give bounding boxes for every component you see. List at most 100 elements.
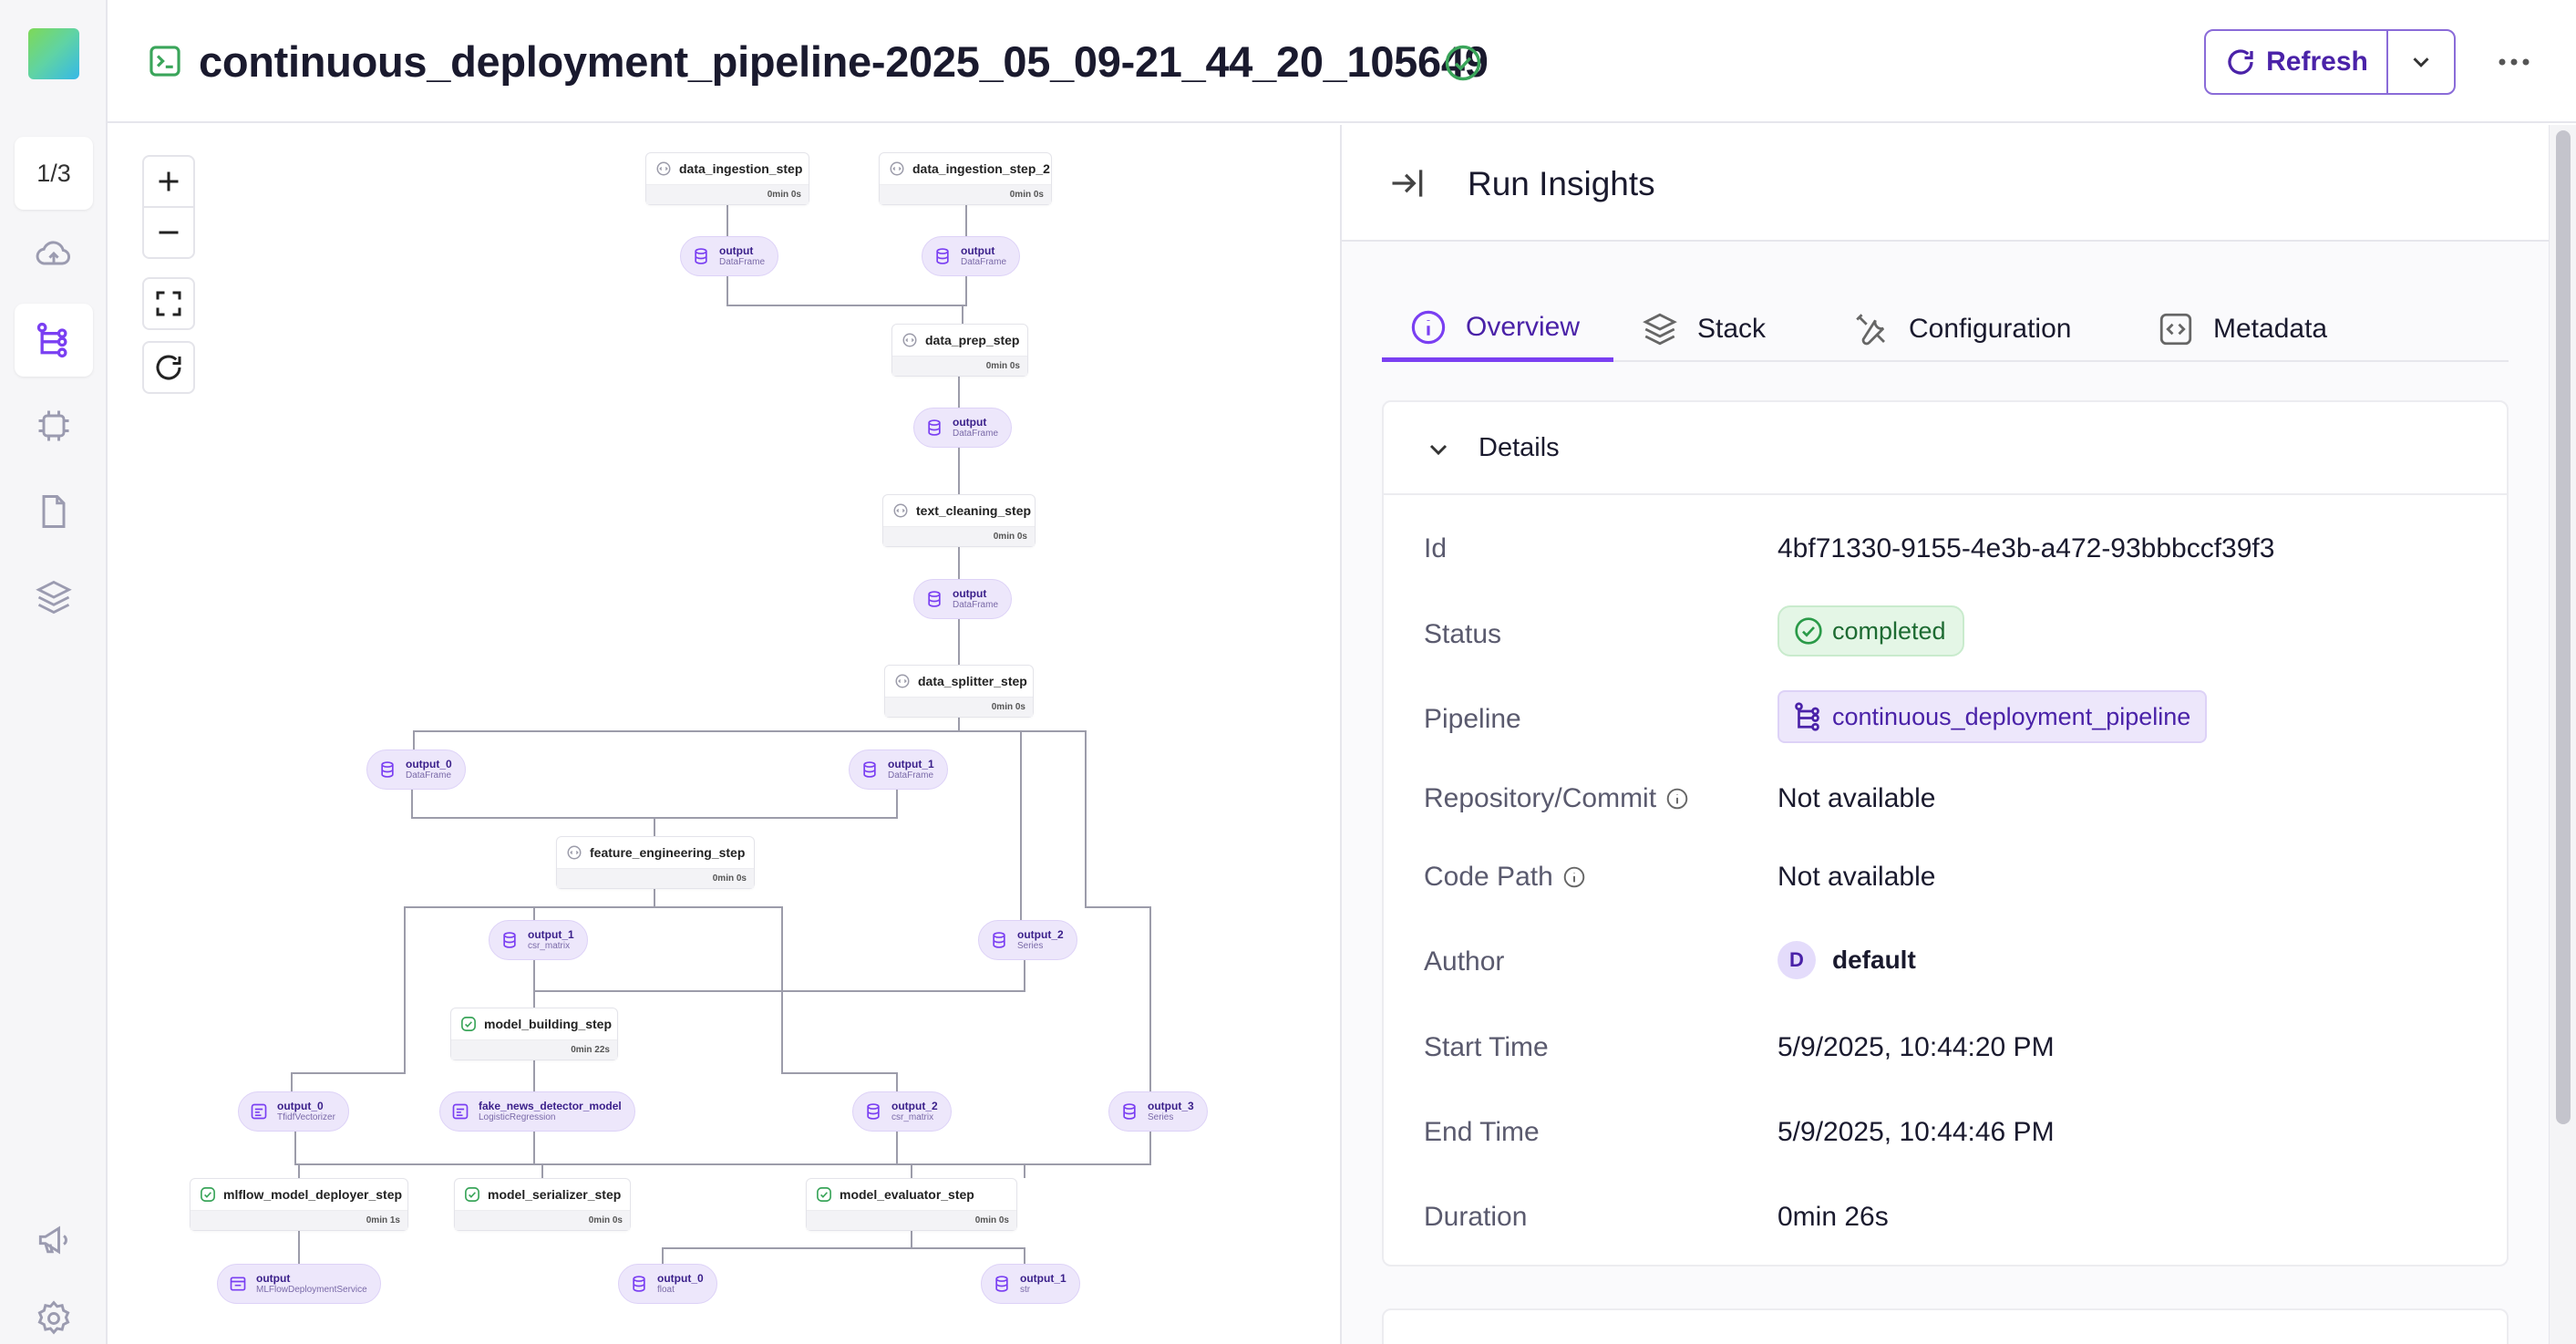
database-icon bbox=[695, 248, 707, 264]
database-icon bbox=[995, 1276, 1008, 1292]
step-name-label: model_evaluator_step bbox=[840, 1187, 974, 1202]
info-icon[interactable] bbox=[1562, 865, 1586, 889]
step-node-model-building-step[interactable]: model_building_step 0min 22s bbox=[450, 1008, 618, 1060]
artifact-node[interactable]: output_1 DataFrame bbox=[849, 750, 948, 790]
dag-edge bbox=[533, 889, 655, 920]
tab-overview[interactable]: Overview bbox=[1382, 296, 1613, 362]
start-time-value: 5/9/2025, 10:44:20 PM bbox=[1777, 1032, 2055, 1062]
step-node-mlflow-model-deployer-step[interactable]: mlflow_model_deployer_step 0min 1s bbox=[190, 1178, 408, 1231]
refresh-dropdown-button[interactable] bbox=[2388, 31, 2454, 93]
step-name-label: text_cleaning_step bbox=[916, 503, 1032, 518]
details-card: Details Id 4bf71330-9155-4e3b-a472-93bbb… bbox=[1382, 400, 2509, 1266]
database-icon bbox=[381, 761, 394, 778]
database-icon bbox=[867, 1103, 880, 1120]
details-title: Details bbox=[1479, 433, 1560, 462]
tab-stack[interactable]: Stack bbox=[1613, 296, 1793, 362]
sidebar-item-models[interactable] bbox=[15, 389, 93, 462]
pipeline-link[interactable]: continuous_deployment_pipeline bbox=[1777, 690, 2208, 743]
dag-canvas[interactable]: data_ingestion_step 0min 0s data_ingestion… bbox=[108, 125, 1340, 1344]
sidebar-item-pipelines[interactable] bbox=[15, 304, 93, 377]
artifact-node[interactable]: output_2 csr_matrix bbox=[852, 1091, 952, 1132]
artifact-node[interactable]: output DataFrame bbox=[922, 236, 1021, 276]
sidebar-item-cloud[interactable] bbox=[15, 217, 93, 290]
step-name: model_serializer_step bbox=[455, 1179, 630, 1210]
artifact-node[interactable]: output DataFrame bbox=[913, 579, 1013, 619]
step-name-label: data_ingestion_step_2 bbox=[912, 161, 1050, 176]
code-path-label: Code Path bbox=[1424, 862, 1586, 893]
artifact-labels: output_0 float bbox=[657, 1272, 704, 1296]
database-icon bbox=[633, 1276, 645, 1292]
insights-tabs: Overview Stack Configuration Metadata bbox=[1382, 296, 2509, 362]
artifact-labels: output DataFrame bbox=[953, 416, 998, 439]
step-name: model_building_step bbox=[451, 1008, 617, 1039]
next-section-card bbox=[1382, 1308, 2509, 1344]
artifact-name: output_0 bbox=[277, 1100, 324, 1112]
artifact-node[interactable]: output_3 Series bbox=[1108, 1091, 1208, 1132]
insights-title: Run Insights bbox=[1468, 165, 1655, 202]
step-node-data-splitter-step[interactable]: data_splitter_step 0min 0s bbox=[884, 665, 1034, 718]
step-node-data-prep-step[interactable]: data_prep_step 0min 0s bbox=[891, 324, 1028, 377]
step-node-data-ingestion-step-2[interactable]: data_ingestion_step_2 0min 0s bbox=[879, 152, 1052, 205]
artifact-labels: output_0 DataFrame bbox=[406, 758, 452, 781]
artifact-node[interactable]: output_1 str bbox=[981, 1264, 1080, 1304]
dag-edge bbox=[294, 1132, 300, 1178]
step-name: text_cleaning_step bbox=[883, 495, 1035, 526]
artifact-node[interactable]: output MLFlowDeploymentService bbox=[217, 1264, 381, 1304]
check-circle-icon bbox=[465, 1187, 479, 1202]
step-duration: 0min 22s bbox=[451, 1039, 617, 1060]
run-counter[interactable]: 1/3 bbox=[15, 137, 93, 210]
step-name: feature_engineering_step bbox=[557, 837, 754, 868]
step-node-data-ingestion-step[interactable]: data_ingestion_step 0min 0s bbox=[645, 152, 809, 205]
details-header[interactable]: Details bbox=[1384, 402, 2507, 495]
info-icon[interactable] bbox=[1665, 787, 1689, 811]
step-node-feature-engineering-step[interactable]: feature_engineering_step 0min 0s bbox=[556, 836, 755, 889]
artifact-type: MLFlowDeploymentService bbox=[256, 1285, 367, 1295]
step-name-label: model_building_step bbox=[484, 1017, 613, 1031]
app-logo[interactable] bbox=[28, 28, 79, 79]
step-node-model-serializer-step[interactable]: model_serializer_step 0min 0s bbox=[454, 1178, 631, 1231]
step-name: mlflow_model_deployer_step bbox=[191, 1179, 407, 1210]
artifact-type: DataFrame bbox=[953, 600, 999, 610]
collapse-panel-icon[interactable] bbox=[1387, 163, 1427, 203]
fullscreen-icon bbox=[156, 291, 181, 316]
refresh-button[interactable]: Refresh bbox=[2206, 31, 2388, 93]
pipeline-label: Pipeline bbox=[1424, 704, 1521, 734]
step-node-text-cleaning-step[interactable]: text_cleaning_step 0min 0s bbox=[882, 494, 1036, 547]
artifact-node[interactable]: output_0 float bbox=[618, 1264, 717, 1304]
database-icon bbox=[928, 591, 941, 607]
sidebar-item-stacks[interactable] bbox=[15, 561, 93, 634]
more-options-button[interactable] bbox=[2494, 44, 2534, 80]
artifact-node[interactable]: fake_news_detector_model LogisticRegressi… bbox=[439, 1091, 635, 1132]
artifact-node[interactable]: output_2 Series bbox=[978, 920, 1077, 960]
step-node-model-evaluator-step[interactable]: model_evaluator_step 0min 0s bbox=[806, 1178, 1017, 1231]
fit-view-button[interactable] bbox=[142, 277, 195, 330]
artifact-node[interactable]: output_0 TfidfVectorizer bbox=[238, 1091, 349, 1132]
tab-configuration[interactable]: Configuration bbox=[1825, 296, 2098, 362]
database-icon bbox=[503, 932, 516, 948]
page-title: continuous_deployment_pipeline-2025_05_0… bbox=[199, 37, 1489, 86]
sidebar-item-announcements[interactable] bbox=[15, 1204, 93, 1277]
artifact-type: DataFrame bbox=[888, 770, 934, 781]
artifact-node[interactable]: output DataFrame bbox=[680, 236, 779, 276]
code-path-label-text: Code Path bbox=[1424, 862, 1553, 892]
zoom-out-button[interactable] bbox=[142, 206, 195, 259]
panel-scrollbar[interactable] bbox=[2549, 125, 2576, 1344]
zoom-in-button[interactable] bbox=[142, 155, 195, 208]
step-name-label: feature_engineering_step bbox=[590, 845, 746, 860]
reset-layout-button[interactable] bbox=[142, 341, 195, 394]
id-label: Id bbox=[1424, 533, 1448, 563]
artifact-labels: output DataFrame bbox=[953, 587, 998, 611]
artifact-name: output_2 bbox=[891, 1100, 938, 1112]
artifact-node[interactable]: output_0 DataFrame bbox=[366, 750, 466, 790]
artifact-node[interactable]: output_1 csr_matrix bbox=[489, 920, 588, 960]
artifact-node[interactable]: output DataFrame bbox=[913, 408, 1013, 448]
stack-icon bbox=[36, 580, 72, 615]
artifact-name: output_0 bbox=[406, 758, 452, 770]
repository-commit-label-text: Repository/Commit bbox=[1424, 783, 1657, 813]
sidebar-item-artifacts[interactable] bbox=[15, 475, 93, 548]
artifact-type: TfidfVectorizer bbox=[277, 1112, 335, 1122]
scrollbar-thumb[interactable] bbox=[2556, 130, 2571, 1124]
step-name: data_prep_step bbox=[892, 325, 1027, 356]
sidebar-item-settings[interactable] bbox=[15, 1282, 93, 1344]
tab-metadata[interactable]: Metadata bbox=[2129, 296, 2354, 362]
